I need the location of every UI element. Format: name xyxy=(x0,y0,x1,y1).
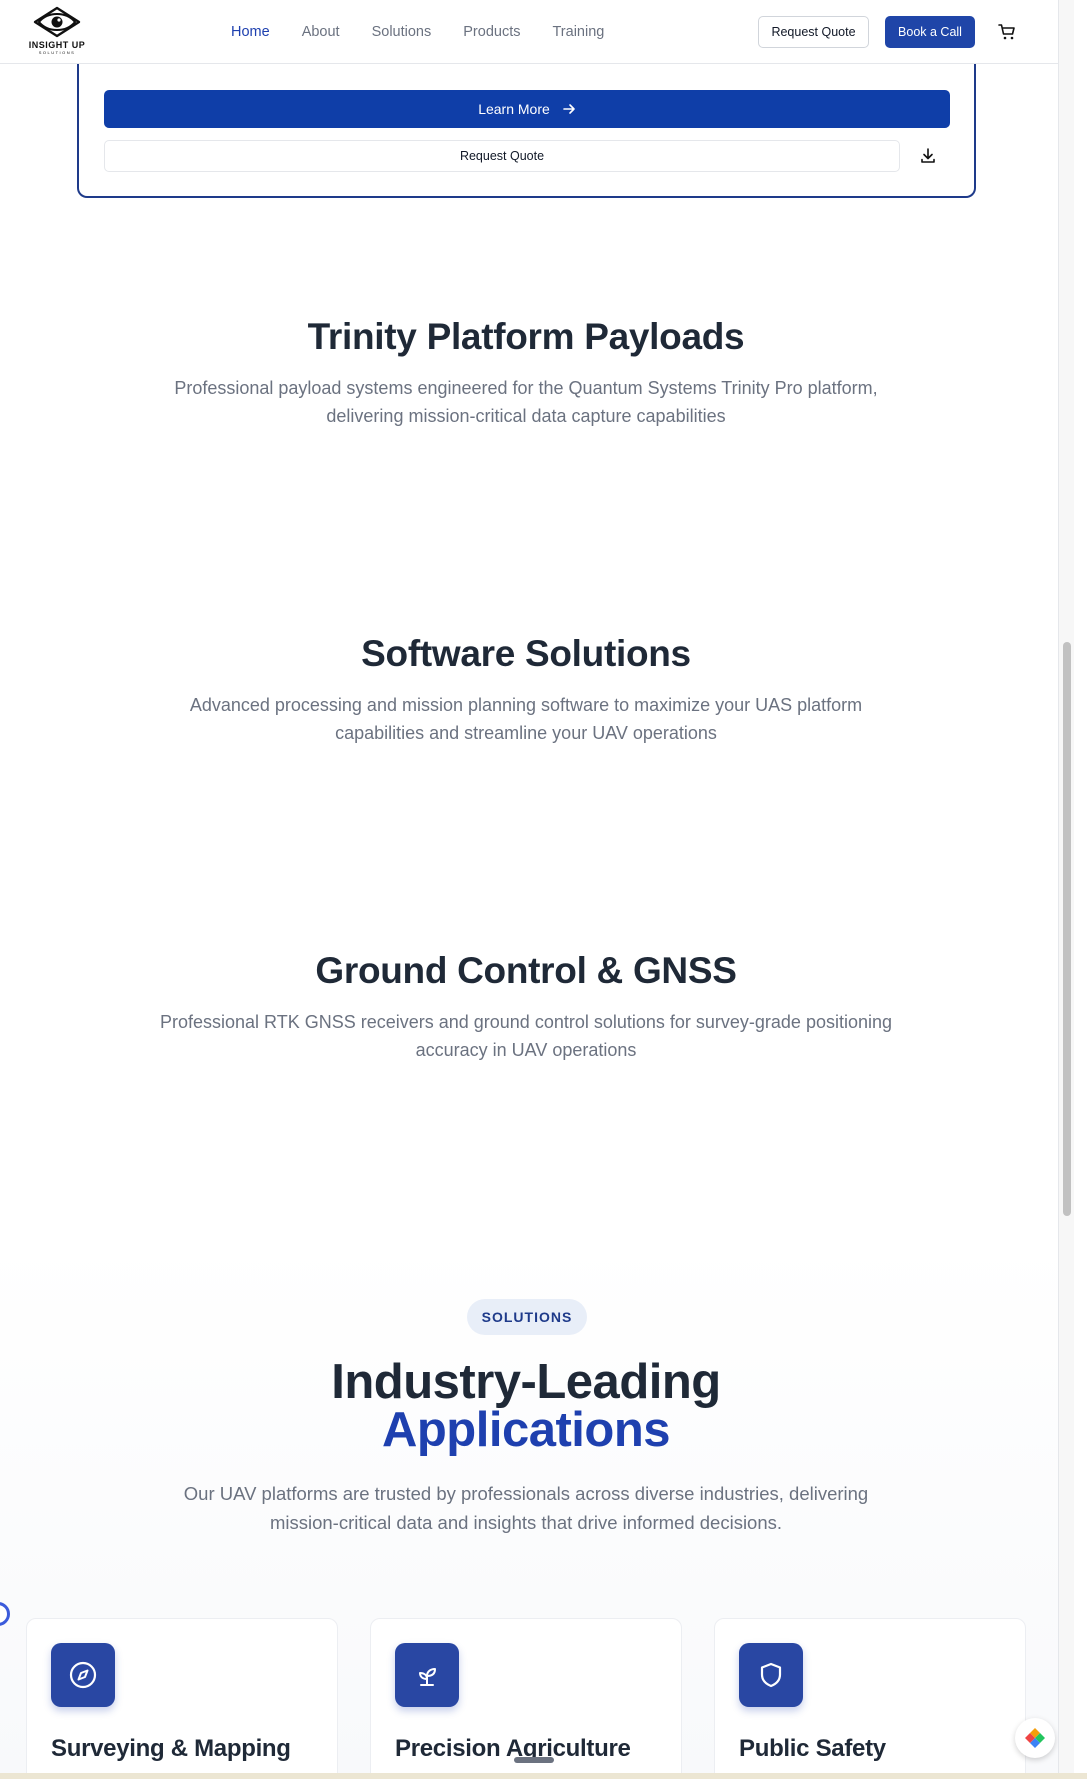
site-header: INSIGHT UP SOLUTIONS Home About Solution… xyxy=(0,0,1058,64)
shield-icon xyxy=(739,1643,803,1707)
section-description: Professional RTK GNSS receivers and grou… xyxy=(116,1008,936,1064)
section-title: Ground Control & GNSS xyxy=(315,950,737,991)
section-badge: SOLUTIONS xyxy=(467,1299,587,1335)
section-description-line: Professional RTK GNSS receivers and grou… xyxy=(159,1012,893,1032)
learn-more-label: Learn More xyxy=(478,101,550,117)
applications-description-line: Our UAV platforms are trusted by profess… xyxy=(183,1483,869,1504)
section-description-line: capabilities and streamline your UAV ope… xyxy=(335,723,717,743)
page-scrollbar[interactable] xyxy=(1058,0,1074,1779)
page: Learn More Request Quote Trinity Platfor… xyxy=(0,0,1058,1779)
nav-training[interactable]: Training xyxy=(552,24,604,40)
scrollbar-thumb[interactable] xyxy=(1063,642,1071,1216)
section-title: Software Solutions xyxy=(361,633,691,674)
book-call-button[interactable]: Book a Call xyxy=(885,16,975,48)
scroll-indicator xyxy=(514,1757,554,1763)
download-icon[interactable] xyxy=(919,147,937,165)
request-quote-button[interactable]: Request Quote xyxy=(758,16,869,48)
assistant-widget-button[interactable] xyxy=(1015,1718,1055,1758)
application-card-public-safety[interactable]: Public Safety xyxy=(714,1618,1026,1779)
application-card-title: Public Safety xyxy=(739,1735,886,1762)
application-card-title: Surveying & Mapping xyxy=(51,1735,291,1762)
card-request-quote-button[interactable]: Request Quote xyxy=(104,140,900,172)
section-description-line: Professional payload systems engineered … xyxy=(174,378,878,398)
nav-about[interactable]: About xyxy=(302,24,340,40)
section-description-line: Advanced processing and mission planning… xyxy=(189,695,863,715)
eye-logo-icon xyxy=(33,6,81,38)
section-description: Professional payload systems engineered … xyxy=(136,374,916,430)
main-nav: Home About Solutions Products Training xyxy=(231,24,636,40)
logo-text: INSIGHT UP xyxy=(28,40,86,50)
site-logo[interactable]: INSIGHT UP SOLUTIONS xyxy=(22,6,92,56)
diamond-logo-icon xyxy=(1025,1728,1045,1748)
card-request-quote-label: Request Quote xyxy=(459,149,545,163)
application-card-title: Precision Agriculture xyxy=(395,1735,631,1762)
applications-description: Our UAV platforms are trusted by profess… xyxy=(156,1479,896,1537)
sprout-icon xyxy=(395,1643,459,1707)
section-description-line: accuracy in UAV operations xyxy=(415,1040,637,1060)
section-title: Trinity Platform Payloads xyxy=(307,316,745,357)
compass-icon xyxy=(51,1643,115,1707)
logo-subtext: SOLUTIONS xyxy=(38,50,76,55)
window-edge xyxy=(1074,0,1087,1779)
cart-icon[interactable] xyxy=(997,22,1017,42)
section-description: Advanced processing and mission planning… xyxy=(136,691,916,747)
nav-products[interactable]: Products xyxy=(463,24,520,40)
applications-description-line: mission-critical data and insights that … xyxy=(269,1512,783,1533)
nav-home[interactable]: Home xyxy=(231,24,270,40)
bottom-strip xyxy=(0,1773,1087,1779)
applications-title-highlight: Applications xyxy=(381,1403,671,1457)
nav-solutions[interactable]: Solutions xyxy=(372,24,432,40)
application-card-surveying[interactable]: Surveying & Mapping xyxy=(26,1618,338,1779)
arrow-right-icon xyxy=(562,104,575,114)
section-description-line: delivering mission-critical data capture… xyxy=(326,406,726,426)
learn-more-button[interactable]: Learn More xyxy=(104,90,950,128)
application-card-agriculture[interactable]: Precision Agriculture xyxy=(370,1618,682,1779)
